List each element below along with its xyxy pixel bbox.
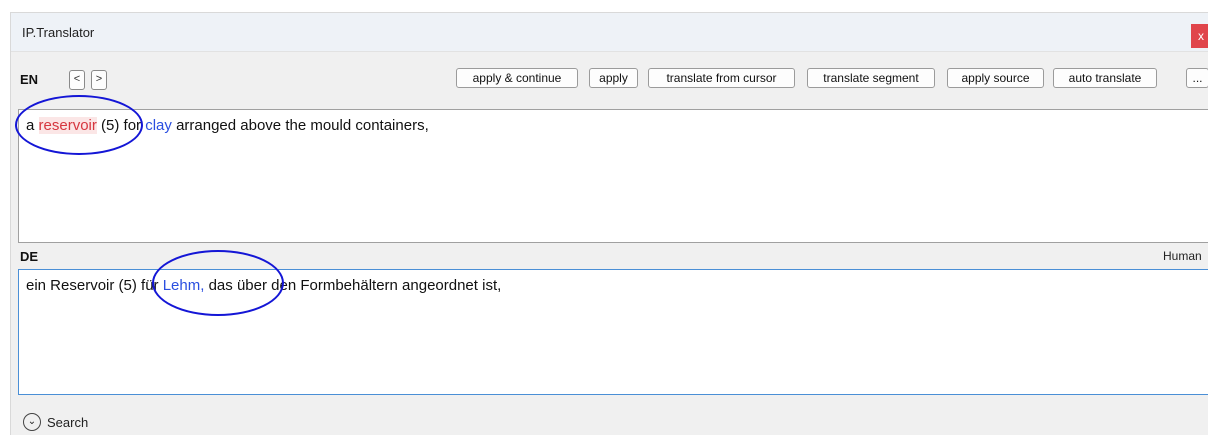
source-text-part: arranged above the mould containers,: [171, 117, 429, 134]
annotation-circle-source: [15, 95, 143, 155]
apply-source-button[interactable]: apply source: [947, 68, 1044, 88]
previous-segment-button[interactable]: <: [69, 70, 85, 90]
target-text-part: ein Reservoir (5) für: [26, 277, 163, 294]
window-title: IP.Translator: [22, 25, 95, 40]
apply-button[interactable]: apply: [589, 68, 638, 88]
translate-segment-button[interactable]: translate segment: [807, 68, 935, 88]
more-options-button[interactable]: ...: [1186, 68, 1208, 88]
translator-window: IP.Translator x EN < > apply & continue …: [10, 12, 1208, 435]
chevron-down-circle-icon: ⌄: [23, 413, 41, 431]
source-text-area[interactable]: a reservoir (5) for clay arranged above …: [18, 109, 1208, 243]
search-label: Search: [47, 415, 89, 430]
annotation-circle-target: [152, 250, 284, 316]
next-segment-button[interactable]: >: [91, 70, 107, 90]
target-language-label: DE: [20, 249, 39, 264]
title-bar: IP.Translator x: [11, 13, 1208, 52]
apply-continue-button[interactable]: apply & continue: [456, 68, 578, 88]
auto-translate-button[interactable]: auto translate: [1053, 68, 1157, 88]
close-button[interactable]: x: [1191, 24, 1208, 48]
source-term-clay: clay: [145, 117, 172, 134]
source-language-label: EN: [20, 72, 39, 87]
translate-from-cursor-button[interactable]: translate from cursor: [648, 68, 795, 88]
translation-status: Human: [1163, 249, 1202, 263]
